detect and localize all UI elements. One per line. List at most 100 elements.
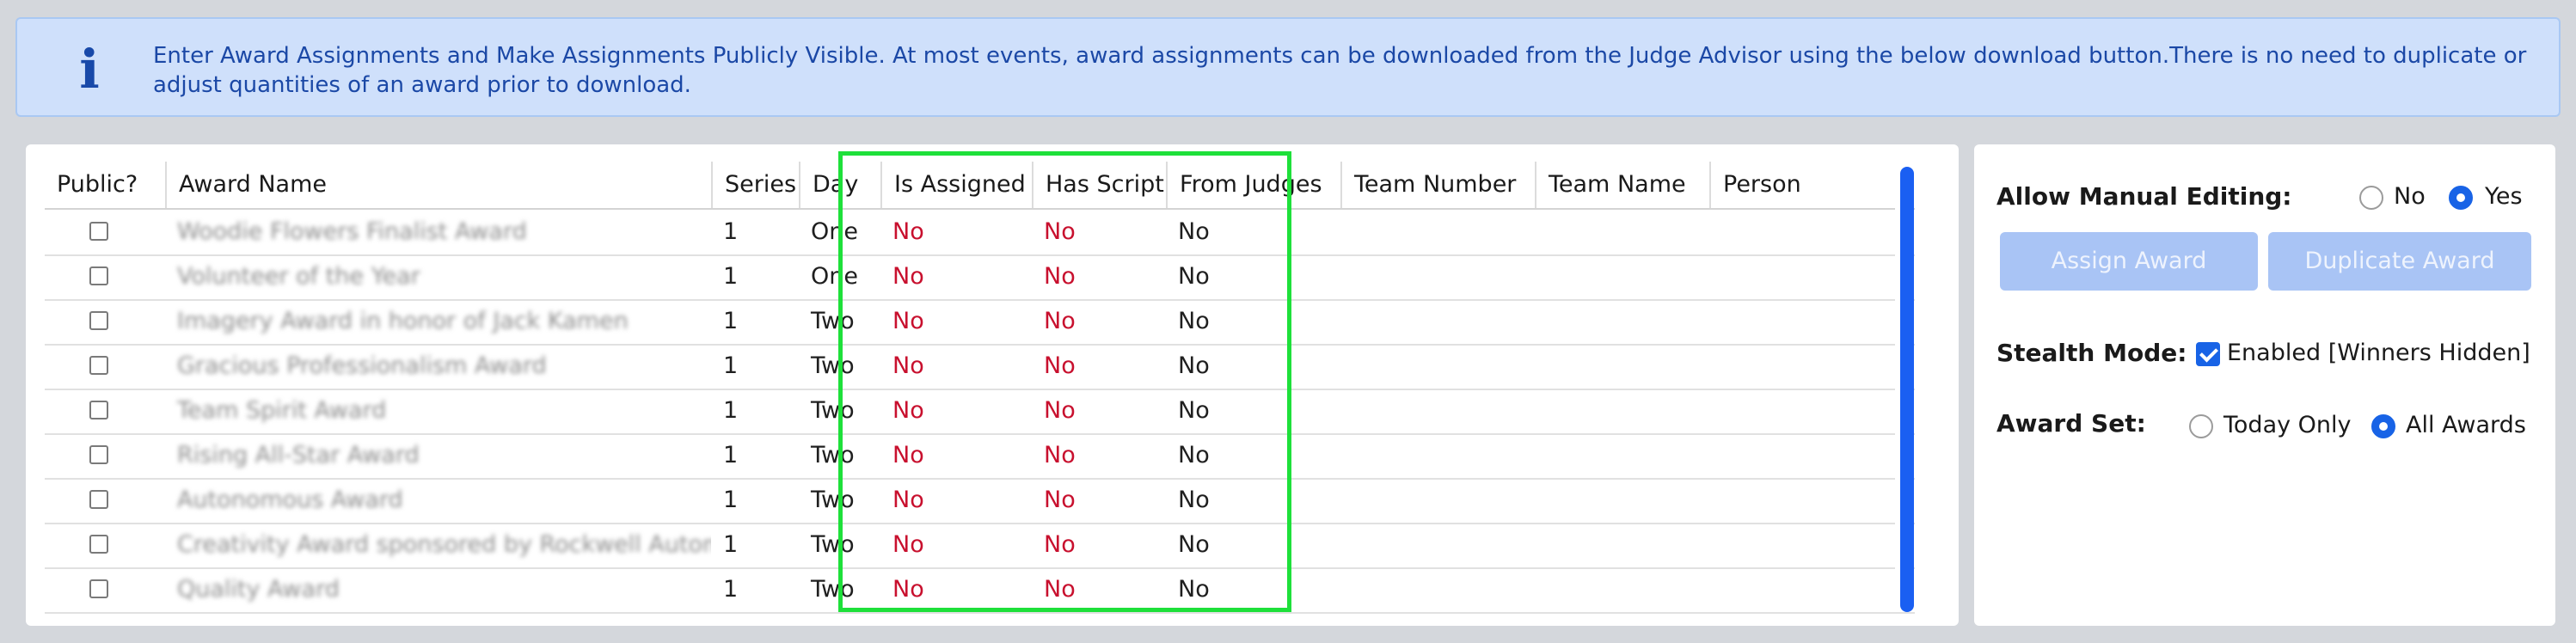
has-script-cell: No [1044,308,1076,334]
manual-editing-label: Allow Manual Editing: [1996,182,2292,211]
series-cell: 1 [723,263,739,290]
award-name: Volunteer of the Year [177,263,420,290]
from-judges-cell: No [1178,487,1210,513]
award-set-today-label[interactable]: Today Only [2223,411,2352,440]
stealth-mode-checkbox[interactable] [2196,342,2220,366]
info-banner: i Enter Award Assignments and Make Assig… [15,17,2561,117]
manual-editing-no-label[interactable]: No [2394,182,2426,211]
public-cell [45,210,165,254]
header-public[interactable]: Public? [45,162,165,208]
award-name: Rising All-Star Award [177,442,420,468]
header-has-script[interactable]: Has Script [1032,162,1166,208]
award-name-cell: Quality Award [165,567,711,612]
from-judges-cell: No [1178,352,1210,379]
public-cell [45,389,165,433]
is-assigned-cell: No [892,487,924,513]
has-script-cell: No [1044,442,1076,468]
manual-editing-yes-radio[interactable] [2449,186,2473,210]
duplicate-award-button[interactable]: Duplicate Award [2268,232,2531,291]
header-day[interactable]: Day [799,162,880,208]
table-row[interactable]: Gracious Professionalism Award 1 Two No … [45,344,1915,390]
public-checkbox[interactable] [89,266,108,285]
header-team-number[interactable]: Team Number [1340,162,1535,208]
from-judges-cell: No [1178,263,1210,290]
banner-text: Enter Award Assignments and Make Assignm… [153,43,2527,98]
header-from-judges[interactable]: From Judges [1166,162,1340,208]
table-row[interactable]: Imagery Award in honor of Jack Kamen 1 T… [45,299,1915,346]
has-script-cell: No [1044,531,1076,558]
award-name-cell: Imagery Award in honor of Jack Kamen [165,299,711,344]
public-cell [45,523,165,567]
info-icon: i [79,38,100,101]
has-script-cell: No [1044,487,1076,513]
public-checkbox[interactable] [89,579,108,598]
manual-editing-no-radio[interactable] [2359,186,2383,210]
series-cell: 1 [723,531,739,558]
day-cell: Two [811,442,855,468]
table-row[interactable]: Autonomous Award 1 Two No No No [45,478,1915,524]
header-award-name[interactable]: Award Name [165,162,711,208]
assignment-controls-panel: Allow Manual Editing: No Yes Assign Awar… [1974,144,2555,626]
day-cell: Two [811,308,855,334]
award-set-all-label[interactable]: All Awards [2406,411,2526,440]
award-set-all-radio[interactable] [2371,414,2395,438]
public-cell [45,478,165,523]
is-assigned-cell: No [892,352,924,379]
assign-award-button[interactable]: Assign Award [2000,232,2258,291]
public-checkbox[interactable] [89,222,108,241]
is-assigned-cell: No [892,442,924,468]
has-script-cell: No [1044,397,1076,424]
is-assigned-cell: No [892,397,924,424]
table-row[interactable]: Rising All-Star Award 1 Two No No No [45,433,1915,480]
public-checkbox[interactable] [89,445,108,464]
day-cell: One [811,218,858,245]
table-row[interactable]: Creativity Award sponsored by Rockwell A… [45,523,1915,569]
award-name: Quality Award [177,576,340,603]
award-name-cell: Rising All-Star Award [165,433,711,478]
has-script-cell: No [1044,263,1076,290]
is-assigned-cell: No [892,218,924,245]
is-assigned-cell: No [892,576,924,603]
day-cell: Two [811,397,855,424]
header-is-assigned[interactable]: Is Assigned [880,162,1032,208]
header-team-name[interactable]: Team Name [1535,162,1709,208]
day-cell: Two [811,531,855,558]
award-table: Public? Award Name Series Day Is Assigne… [45,162,1915,643]
from-judges-cell: No [1178,397,1210,424]
has-script-cell: No [1044,352,1076,379]
award-name: Team Spirit Award [177,397,387,424]
table-row[interactable]: Volunteer of the Year 1 One No No No [45,254,1915,301]
series-cell: 1 [723,308,739,334]
stealth-mode-option-label[interactable]: Enabled [Winners Hidden] [2227,339,2530,368]
award-name: Autonomous Award [177,487,403,513]
award-name-cell: Team Spirit Award [165,389,711,433]
public-checkbox[interactable] [89,490,108,509]
header-person[interactable]: Person [1709,162,1915,208]
public-checkbox[interactable] [89,311,108,330]
public-checkbox[interactable] [89,356,108,375]
day-cell: Two [811,352,855,379]
public-cell [45,299,165,344]
table-row[interactable]: Quality Award 1 Two No No No [45,567,1915,614]
from-judges-cell: No [1178,308,1210,334]
public-cell [45,254,165,299]
award-name: Imagery Award in honor of Jack Kamen [177,308,629,334]
series-cell: 1 [723,218,739,245]
table-row[interactable]: Team Spirit Award 1 Two No No No [45,389,1915,435]
public-cell [45,567,165,612]
public-cell [45,344,165,389]
header-series[interactable]: Series [711,162,799,208]
table-row[interactable]: Woodie Flowers Finalist Award 1 One No N… [45,210,1915,256]
public-cell [45,433,165,478]
series-cell: 1 [723,352,739,379]
public-checkbox[interactable] [89,401,108,419]
public-checkbox[interactable] [89,535,108,554]
award-set-today-radio[interactable] [2189,414,2213,438]
is-assigned-cell: No [892,263,924,290]
award-name-cell: Gracious Professionalism Award [165,344,711,389]
award-name-cell: Volunteer of the Year [165,254,711,299]
table-scrollbar-thumb[interactable] [1900,167,1914,612]
award-table-panel: Public? Award Name Series Day Is Assigne… [26,144,1959,626]
manual-editing-yes-label[interactable]: Yes [2485,182,2523,211]
from-judges-cell: No [1178,442,1210,468]
